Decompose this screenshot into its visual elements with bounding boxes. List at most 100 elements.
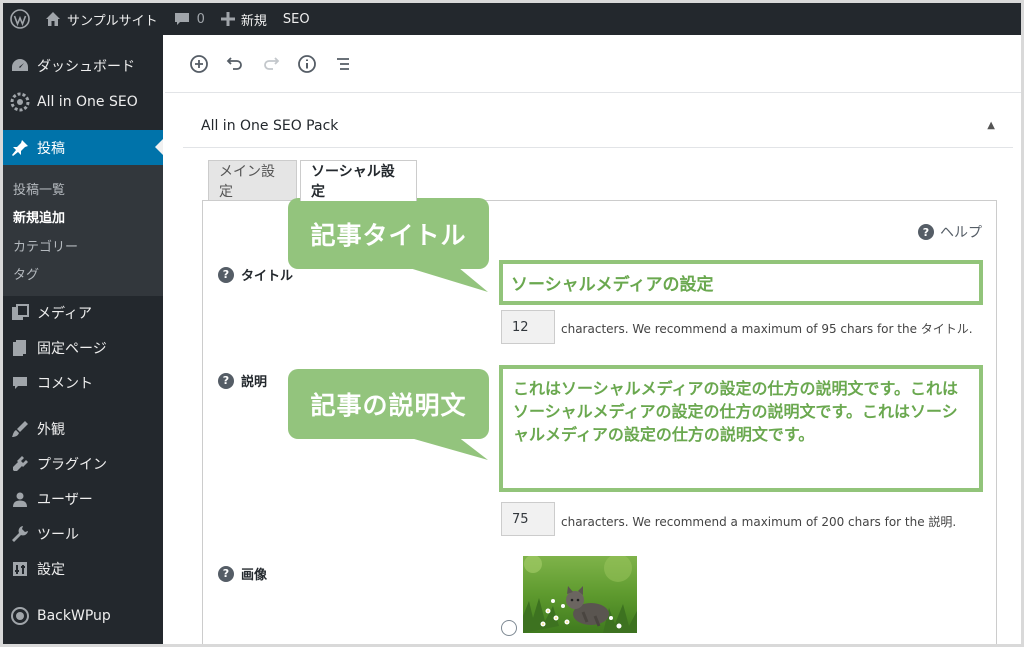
user-icon (3, 491, 37, 507)
social-description-input[interactable]: これはソーシャルメディアの設定の仕方の説明文です。これはソーシャルメディアの設定… (499, 365, 983, 492)
sidebar-item-plugins[interactable]: プラグイン (3, 447, 163, 481)
seo-pack-panel-header[interactable]: All in One SEO Pack ▲ (183, 104, 1013, 148)
submenu-categories[interactable]: カテゴリー (13, 236, 78, 255)
sidebar-item-label: 設定 (37, 562, 65, 578)
seo-link[interactable]: SEO (275, 3, 318, 35)
question-icon[interactable]: ? (218, 372, 234, 389)
tab-main-settings[interactable]: メイン設定 (208, 160, 297, 200)
wrench-icon (3, 525, 37, 543)
title-char-hint: characters. We recommend a maximum of 95… (561, 322, 973, 336)
admin-bar: サンプルサイト 0 新規 SEO (3, 3, 1021, 35)
undo-icon (226, 56, 242, 70)
wordpress-logo-icon[interactable] (3, 3, 37, 35)
comments-count: 0 (196, 11, 205, 27)
sidebar-item-label: 固定ページ (37, 341, 107, 357)
new-content-link[interactable]: 新規 (213, 3, 275, 35)
comments-link[interactable]: 0 (166, 3, 213, 35)
kitten-thumbnail[interactable] (523, 556, 637, 633)
sidebar-item-media[interactable]: メディア (3, 296, 163, 330)
description-char-hint: characters. We recommend a maximum of 20… (561, 515, 957, 529)
sidebar-item-comments[interactable]: コメント (3, 366, 163, 400)
undo-button[interactable] (217, 46, 253, 82)
info-icon (298, 54, 316, 73)
description-callout: 記事の説明文 (288, 369, 489, 439)
title-label-text: タイトル (241, 269, 294, 284)
sidebar-item-label: メディア (37, 306, 93, 322)
sidebar-item-posts[interactable]: 投稿 (3, 130, 163, 165)
submenu-add-new[interactable]: 新規追加 (13, 207, 65, 226)
help-label: ヘルプ (940, 225, 982, 241)
help-link[interactable]: ? ヘルプ (918, 222, 982, 242)
sidebar-item-all-in-one-seo[interactable]: All in One SEO (3, 85, 163, 119)
media-icon (3, 304, 37, 322)
sidebar-item-label: 投稿 (37, 140, 65, 157)
question-icon: ? (918, 224, 934, 240)
social-title-value: ソーシャルメディアの設定 (511, 275, 714, 295)
site-name-link[interactable]: サンプルサイト (37, 3, 166, 35)
list-view-icon (337, 57, 349, 70)
tab-label: メイン設定 (219, 163, 275, 200)
sidebar-item-appearance[interactable]: 外観 (3, 412, 163, 446)
panel-title: All in One SEO Pack (201, 117, 339, 134)
home-icon (46, 12, 60, 26)
question-icon[interactable]: ? (218, 266, 234, 283)
image-label-text: 画像 (241, 568, 268, 583)
social-description-value: これはソーシャルメディアの設定の仕方の説明文です。これはソーシャルメディアの設定… (513, 379, 958, 444)
sidebar-item-dashboard[interactable]: ダッシュボード (3, 49, 163, 83)
comment-icon (3, 375, 37, 391)
question-icon[interactable]: ? (218, 565, 234, 582)
sidebar-item-backwpup[interactable]: BackWPup (3, 599, 163, 633)
sidebar-item-label: BackWPup (37, 608, 111, 624)
pushpin-icon (3, 139, 37, 157)
social-title-input[interactable]: ソーシャルメディアの設定 (499, 260, 983, 305)
description-callout-text: 記事の説明文 (310, 391, 467, 420)
sidebar-item-label: ツール (37, 527, 79, 543)
image-select-radio[interactable] (501, 620, 517, 636)
sidebar-item-pages[interactable]: 固定ページ (3, 331, 163, 365)
screenshot-frame: サンプルサイト 0 新規 SEO ダッシュボード All in One SEO (0, 0, 1024, 647)
title-char-count: 12 (501, 310, 555, 344)
submenu-all-posts[interactable]: 投稿一覧 (13, 179, 65, 198)
sidebar-item-settings[interactable]: 設定 (3, 552, 163, 586)
sidebar-item-label: ユーザー (37, 492, 93, 508)
title-field-label: ? タイトル (218, 265, 293, 284)
sidebar-item-label: All in One SEO (37, 94, 138, 110)
sidebar-item-label: 外観 (37, 422, 65, 438)
comment-bubble-icon (174, 13, 189, 25)
title-callout-text: 記事タイトル (310, 220, 467, 250)
redo-button[interactable] (253, 46, 289, 82)
settings-icon (3, 561, 37, 577)
redo-icon (264, 56, 280, 70)
description-char-count: 75 (501, 502, 555, 536)
backwpup-icon (3, 606, 37, 626)
dashboard-icon (3, 57, 37, 75)
description-callout-pointer (393, 433, 488, 460)
tab-social-settings[interactable]: ソーシャル設定 (300, 160, 417, 201)
tab-label: ソーシャル設定 (311, 164, 395, 200)
content-info-button[interactable] (289, 46, 325, 82)
description-field-label: ? 説明 (218, 371, 267, 390)
new-label: 新規 (240, 13, 267, 29)
sidebar-item-users[interactable]: ユーザー (3, 482, 163, 516)
admin-sidebar: ダッシュボード All in One SEO 投稿 投稿一覧 新規追加 カテゴリ… (3, 35, 163, 644)
gear-icon (3, 92, 37, 112)
description-label-text: 説明 (241, 375, 268, 390)
add-block-button[interactable] (181, 46, 217, 82)
image-field-label: ? 画像 (218, 564, 267, 583)
collapse-caret-icon[interactable]: ▲ (987, 120, 995, 131)
sidebar-item-label: プラグイン (37, 457, 107, 473)
editor-toolbar (165, 35, 1021, 93)
block-navigation-button[interactable] (325, 46, 361, 82)
sidebar-item-label: ダッシュボード (37, 59, 135, 75)
brush-icon (3, 420, 37, 438)
submenu-tags[interactable]: タグ (13, 264, 39, 283)
plus-icon (220, 12, 235, 26)
sidebar-item-label: コメント (37, 376, 93, 392)
add-circle-icon (190, 54, 208, 73)
title-callout-pointer (393, 263, 488, 292)
posts-submenu: 投稿一覧 新規追加 カテゴリー タグ (3, 165, 163, 296)
sidebar-item-tools[interactable]: ツール (3, 517, 163, 551)
seo-label: SEO (282, 11, 310, 27)
title-callout: 記事タイトル (288, 198, 489, 269)
plugin-icon (3, 455, 37, 473)
